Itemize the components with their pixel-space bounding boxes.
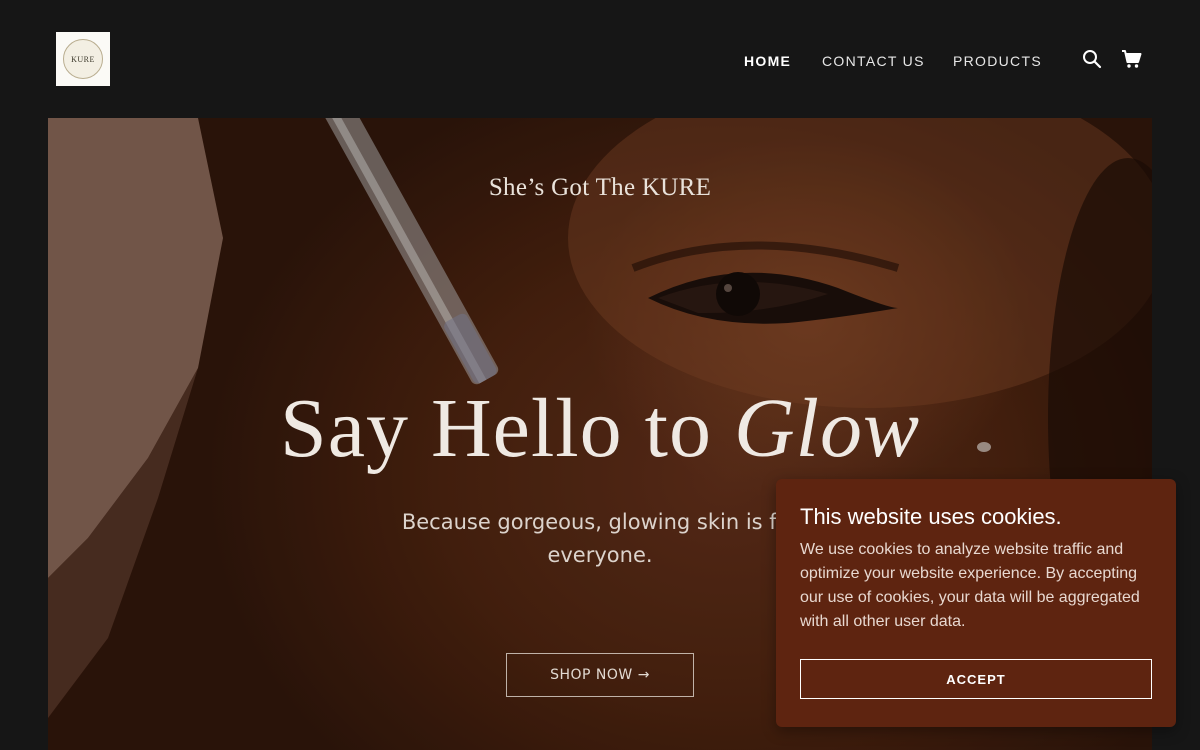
- hero-tagline: She’s Got The KURE: [488, 174, 712, 201]
- shop-now-button[interactable]: SHOP NOW →: [506, 653, 694, 697]
- nav-products[interactable]: PRODUCTS: [953, 53, 1042, 69]
- nav-home[interactable]: HOME: [744, 53, 791, 69]
- cookie-body: We use cookies to analyze website traffi…: [800, 541, 1140, 630]
- site-header: KURE HOME CONTACT US PRODUCTS: [0, 0, 1200, 118]
- cookie-banner: This website uses cookies. We use cookie…: [776, 479, 1176, 727]
- hero-title: Say Hello to Glow: [48, 380, 1152, 477]
- search-icon[interactable]: [1081, 48, 1103, 70]
- hero-title-part2: Glow: [733, 382, 920, 475]
- nav-contact-us[interactable]: CONTACT US: [822, 53, 925, 69]
- hero-title-part1: Say Hello to: [280, 382, 734, 475]
- brand-logo[interactable]: KURE: [56, 32, 110, 86]
- cookie-title: This website uses cookies.: [800, 504, 1062, 529]
- hero-subtitle: Because gorgeous, glowing skin is for ev…: [401, 510, 799, 567]
- logo-text: KURE: [71, 54, 95, 64]
- cart-icon[interactable]: [1121, 48, 1143, 70]
- logo-seal: KURE: [63, 39, 103, 79]
- accept-cookies-button[interactable]: ACCEPT: [800, 659, 1152, 699]
